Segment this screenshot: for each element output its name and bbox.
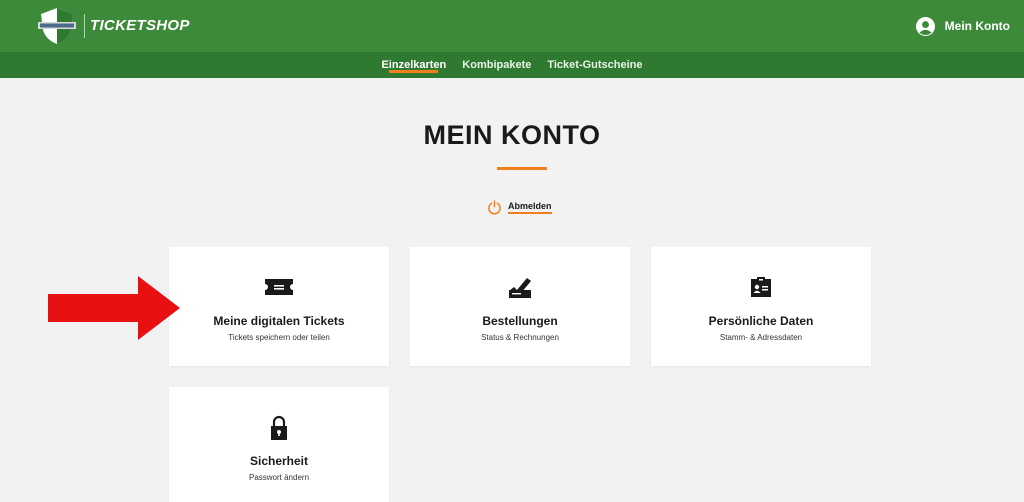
page-title: MEIN KONTO	[423, 120, 601, 150]
card-digital-tickets[interactable]: Meine digitalen Tickets Tickets speicher…	[169, 247, 389, 366]
logout-label: Abmelden	[508, 201, 552, 214]
shield-logo-icon[interactable]	[38, 6, 76, 46]
title-underline	[497, 167, 547, 170]
card-title: Meine digitalen Tickets	[213, 314, 345, 328]
sub-navigation: Einzelkarten Kombipakete Ticket-Gutschei…	[0, 52, 1024, 78]
lock-icon	[271, 415, 287, 440]
ticket-icon	[265, 279, 293, 295]
account-label: Mein Konto	[944, 19, 1010, 33]
card-subtitle: Tickets speichern oder teilen	[228, 333, 330, 342]
card-personal-data[interactable]: Persönliche Daten Stamm- & Adressdaten	[651, 247, 871, 366]
tab-kombipakete[interactable]: Kombipakete	[462, 52, 531, 71]
tab-ticket-gutscheine[interactable]: Ticket-Gutscheine	[547, 52, 642, 71]
tab-einzelkarten[interactable]: Einzelkarten	[381, 52, 446, 73]
id-card-icon	[751, 277, 771, 297]
top-header: TICKETSHOP Mein Konto	[0, 0, 1024, 52]
card-subtitle: Status & Rechnungen	[481, 333, 559, 342]
card-title: Persönliche Daten	[708, 314, 814, 328]
user-avatar-icon	[915, 16, 935, 36]
brand-name[interactable]: TICKETSHOP	[90, 17, 190, 34]
order-icon	[509, 278, 531, 298]
power-icon	[488, 200, 501, 215]
card-subtitle: Passwort ändern	[248, 473, 310, 482]
logo-divider	[84, 14, 85, 38]
card-orders[interactable]: Bestellungen Status & Rechnungen	[410, 247, 630, 366]
card-subtitle: Stamm- & Adressdaten	[719, 333, 803, 342]
logout-link[interactable]: Abmelden	[487, 200, 552, 215]
account-button[interactable]: Mein Konto	[915, 14, 1010, 38]
card-title: Bestellungen	[482, 314, 558, 328]
card-security[interactable]: Sicherheit Passwort ändern	[169, 387, 389, 502]
red-pointer-arrow-icon	[48, 276, 180, 340]
card-title: Sicherheit	[249, 454, 309, 468]
